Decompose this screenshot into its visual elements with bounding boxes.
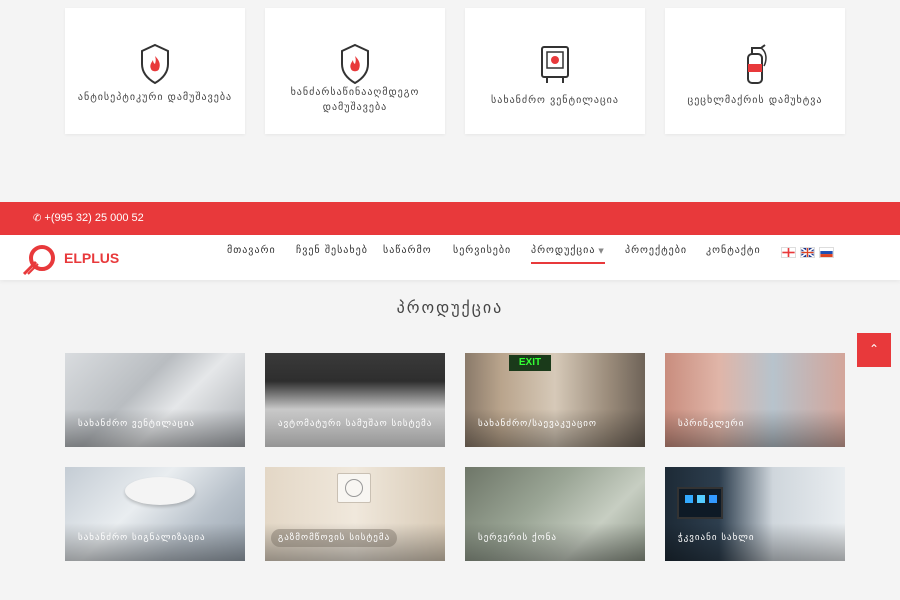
phone-number: +(995 32) 25 000 52	[44, 212, 144, 224]
product-caption: ჭკვიანი სახლი	[678, 533, 755, 543]
chevron-down-icon: ▼	[598, 247, 605, 255]
nav-item-about[interactable]: ჩვენ შესახებ	[296, 245, 368, 256]
main-navbar: ELPLUS მთავარი ჩვენ შესახებ საწარმო სერვ…	[0, 235, 900, 280]
product-card[interactable]: სპრინკლერი	[665, 353, 845, 447]
product-card[interactable]: EXIT სახანძრო/საევაკუაციო	[465, 353, 645, 447]
nav-item-products[interactable]: პროდუქცია ▼	[531, 245, 605, 264]
service-card-extinguisher[interactable]: ცეცხლმაქრის დამუხტვა	[665, 8, 845, 134]
nav-item-home[interactable]: მთავარი	[227, 245, 276, 256]
chevron-up-icon: ⌃	[868, 342, 880, 356]
uk-flag-icon[interactable]	[800, 247, 815, 258]
smart-panel-icon	[677, 487, 723, 519]
product-card[interactable]: ავტომატური სამუშაო სისტემა	[265, 353, 445, 447]
services-section: ანტისეპტიკური დამუშავება ხანძარსაწინააღმ…	[0, 0, 900, 202]
logo-emblem-icon	[22, 245, 55, 276]
nav-item-contact[interactable]: კონტაქტი	[706, 245, 761, 256]
product-card[interactable]: სერვერის ქონა	[465, 467, 645, 561]
shield-flame-icon	[341, 43, 369, 85]
service-card-antiseptic[interactable]: ანტისეპტიკური დამუშავება	[65, 8, 245, 134]
fire-extinguisher-icon	[747, 44, 767, 84]
nav-item-products-label: პროდუქცია	[531, 245, 596, 256]
scroll-to-top-button[interactable]: ⌃	[857, 333, 891, 367]
fire-valve-icon	[541, 46, 569, 83]
nav-item-services[interactable]: სერვისები	[453, 245, 511, 256]
shield-flame-icon	[141, 43, 169, 85]
service-label: ცეცხლმაქრის დამუხტვა	[687, 95, 823, 106]
nav-item-projects[interactable]: პროექტები	[625, 245, 687, 256]
product-caption: სახანძრო/საევაკუაციო	[478, 419, 597, 429]
service-card-fireproof[interactable]: ხანძარსაწინააღმდეგო დამუშავება	[265, 8, 445, 134]
service-label: ანტისეპტიკური დამუშავება	[77, 92, 233, 103]
nav-item-factory[interactable]: საწარმო	[383, 245, 432, 256]
logo-text: ELPLUS	[64, 250, 120, 266]
service-label: სახანძრო ვენტილაცია	[491, 95, 619, 106]
vent-grille-icon	[337, 473, 371, 503]
product-caption: გაზმომწოვის სისტემა	[271, 529, 398, 547]
product-caption: სახანძრო სიგნალიზაცია	[78, 533, 206, 543]
phone-icon: ✆	[33, 213, 42, 224]
product-caption: სერვერის ქონა	[478, 533, 557, 543]
georgia-flag-icon[interactable]	[781, 247, 796, 258]
product-caption: ავტომატური სამუშაო სისტემა	[278, 419, 433, 429]
product-card[interactable]: სახანძრო ვენტილაცია	[65, 353, 245, 447]
product-card[interactable]: ჭკვიანი სახლი	[665, 467, 845, 561]
product-caption: სპრინკლერი	[678, 419, 745, 429]
service-card-ventilation[interactable]: სახანძრო ვენტილაცია	[465, 8, 645, 134]
products-title: პროდუქცია	[396, 298, 504, 317]
product-card[interactable]: სახანძრო სიგნალიზაცია	[65, 467, 245, 561]
logo[interactable]: ELPLUS	[20, 242, 119, 276]
phone-link[interactable]: ✆ +(995 32) 25 000 52	[33, 212, 144, 224]
top-contact-bar: ✆ +(995 32) 25 000 52	[0, 202, 900, 235]
product-card[interactable]: გაზმომწოვის სისტემა	[265, 467, 445, 561]
product-caption: სახანძრო ვენტილაცია	[78, 419, 196, 429]
service-label: ხანძარსაწინააღმდეგო დამუშავება	[290, 87, 420, 113]
smoke-detector-icon	[125, 477, 195, 505]
russia-flag-icon[interactable]	[819, 247, 834, 258]
exit-sign-icon: EXIT	[509, 355, 551, 371]
